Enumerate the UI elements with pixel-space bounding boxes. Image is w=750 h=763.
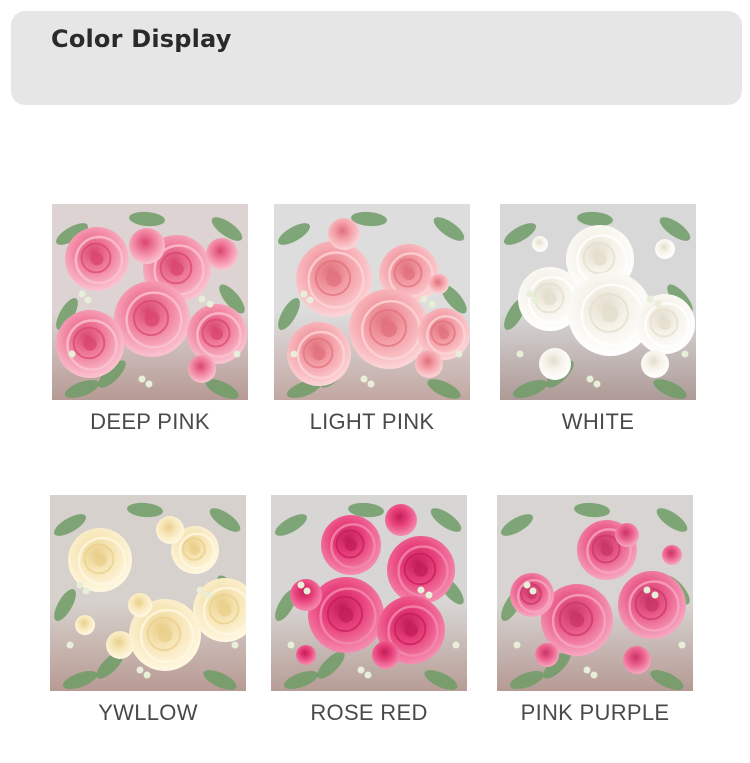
flower-photo: [497, 495, 693, 691]
bouquet-image: [497, 495, 693, 691]
page-title: Color Display: [51, 25, 232, 53]
flower-photo: [274, 204, 470, 400]
color-label: ROSE RED: [310, 700, 428, 725]
bouquet-image: [50, 495, 246, 691]
color-option-yellow[interactable]: YWLLOW: [50, 495, 246, 726]
bouquet-image: [274, 204, 470, 400]
color-label: YWLLOW: [98, 700, 198, 725]
color-option-light-pink[interactable]: LIGHT PINK: [274, 204, 470, 435]
bouquet-image: [52, 204, 248, 400]
color-label: PINK PURPLE: [520, 700, 670, 725]
color-option-pink-purple[interactable]: PINK PURPLE: [497, 495, 693, 726]
flower-photo: [52, 204, 248, 400]
color-option-white[interactable]: WHITE: [500, 204, 696, 435]
color-label: WHITE: [561, 409, 635, 434]
color-label: DEEP PINK: [90, 409, 210, 434]
flower-photo: [50, 495, 246, 691]
flower-photo: [500, 204, 696, 400]
color-label: LIGHT PINK: [309, 409, 435, 434]
color-option-rose-red[interactable]: ROSE RED: [271, 495, 467, 726]
bouquet-image: [271, 495, 467, 691]
bouquet-image: [500, 204, 696, 400]
flower-photo: [271, 495, 467, 691]
color-display-header: Color Display: [11, 11, 742, 105]
color-option-deep-pink[interactable]: DEEP PINK: [52, 204, 248, 435]
